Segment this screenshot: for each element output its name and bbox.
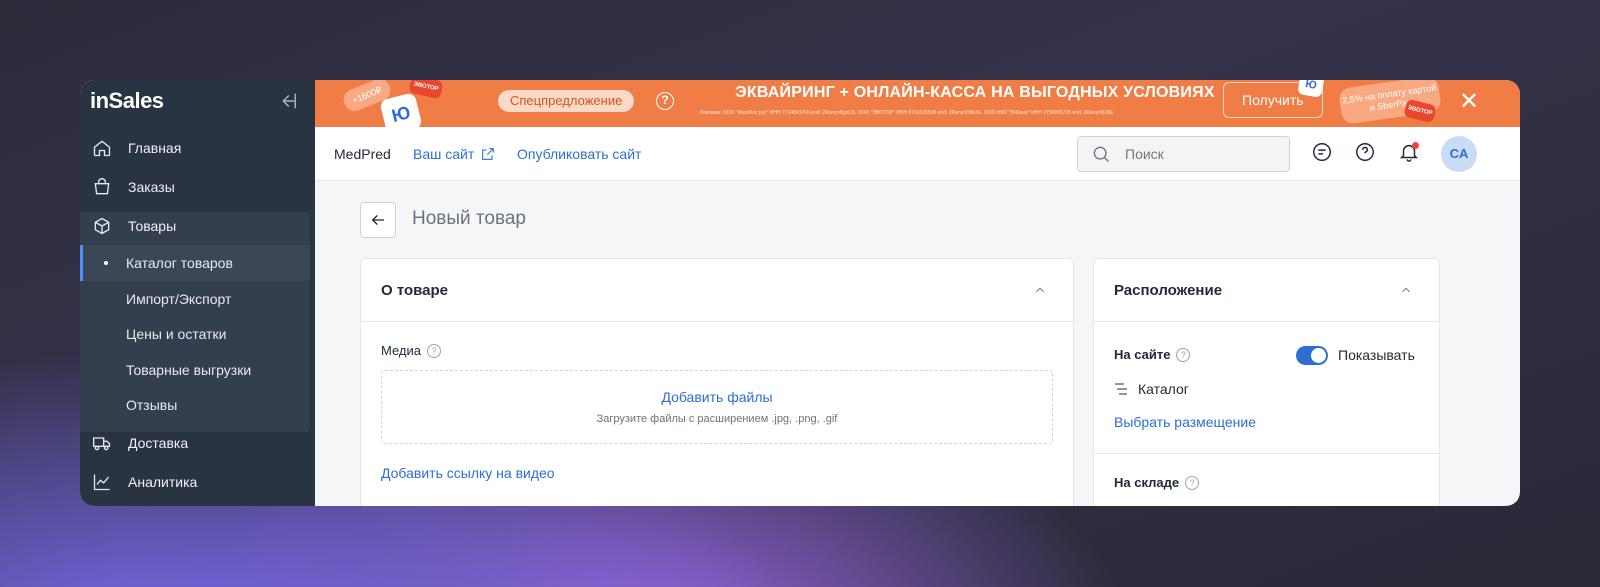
sidebar-item-products[interactable]: Товары (80, 208, 310, 244)
sidebar-item-label: Товары (128, 218, 177, 234)
card-header[interactable]: Расположение (1094, 259, 1439, 322)
sidebar-item-prices-stock[interactable]: Цены и остатки (80, 316, 310, 352)
close-icon[interactable]: ✕ (1456, 89, 1482, 115)
promo-banner[interactable]: +1600₽ ЭВОТОР Ю Спецпредложение ? ЭКВАЙР… (315, 80, 1520, 127)
question-icon[interactable]: ? (1185, 475, 1200, 490)
in-stock-label: На складе ? (1114, 475, 1200, 490)
publish-site-link[interactable]: Опубликовать сайт (517, 146, 641, 162)
card-header[interactable]: О товаре (361, 259, 1073, 322)
chevron-up-icon[interactable] (1399, 283, 1415, 299)
upload-hint: Загрузите файлы с расширением .jpg, .png… (596, 413, 838, 425)
banner-title: ЭКВАЙРИНГ + ОНЛАЙН-КАССА НА ВЫГОДНЫХ УСЛ… (735, 84, 1215, 101)
sidebar-item-catalog[interactable]: Каталог товаров (80, 245, 310, 281)
products-group: Товары Каталог товаров Импорт/Экспорт Це… (80, 212, 310, 432)
on-site-label-text: На сайте (1114, 347, 1171, 362)
sidebar-item-label: Главная (128, 140, 182, 156)
media-label-text: Медиа (381, 343, 421, 358)
about-product-card: О товаре Медиа ? Добавить файлы Загрузит… (360, 258, 1074, 506)
show-toggle-label: Показывать (1338, 347, 1415, 363)
search-box[interactable] (1077, 136, 1290, 172)
search-input[interactable] (1125, 146, 1265, 162)
on-site-label: На сайте ? (1114, 347, 1191, 362)
sidebar-item-reviews[interactable]: Отзывы (80, 387, 310, 423)
sidebar-subitem-label: Товарные выгрузки (126, 362, 252, 378)
help-circle-icon[interactable] (1354, 141, 1378, 165)
sidebar-item-analytics[interactable]: Аналитика (80, 464, 315, 500)
sidebar-item-delivery[interactable]: Доставка (80, 425, 315, 461)
sidebar-item-label: Аналитика (128, 474, 198, 490)
sidebar: inSales Главная Заказы Товары Каталог то… (80, 80, 315, 506)
sidebar-subitem-label: Цены и остатки (126, 326, 227, 342)
home-icon (91, 137, 113, 159)
site-name: MedPred (334, 146, 391, 162)
chat-icon[interactable] (1311, 141, 1335, 165)
avatar[interactable]: CA (1441, 136, 1477, 172)
external-link-icon (482, 148, 495, 160)
collapse-left-icon[interactable] (276, 90, 300, 114)
card-title: О товаре (381, 282, 449, 299)
sidebar-item-orders[interactable]: Заказы (80, 169, 315, 205)
sidebar-item-import-export[interactable]: Импорт/Экспорт (80, 281, 310, 317)
chart-icon (91, 471, 113, 493)
divider (1094, 453, 1439, 454)
choose-placement-link[interactable]: Выбрать размещение (1114, 414, 1256, 430)
add-video-link[interactable]: Добавить ссылку на видео (381, 465, 555, 481)
box-icon (91, 215, 113, 237)
question-icon[interactable]: ? (427, 343, 441, 358)
truck-icon (91, 432, 113, 454)
banner-legal-text: Реклама: ООО "Инсейлс рус" ИНН 771484376… (700, 110, 1114, 116)
view-site-label: Ваш сайт (413, 146, 475, 162)
view-site-link[interactable]: Ваш сайт (413, 146, 496, 162)
catalog-entry: Каталог (1114, 381, 1189, 397)
show-on-site-toggle[interactable] (1296, 346, 1328, 365)
search-icon (1093, 146, 1109, 162)
bag-icon (91, 176, 113, 198)
app-logo[interactable]: inSales (90, 88, 164, 114)
sidebar-subitem-label: Отзывы (126, 397, 178, 413)
top-header: MedPred Ваш сайт Опубликовать сайт CA (315, 127, 1520, 181)
media-label: Медиа ? (381, 343, 441, 358)
back-button[interactable] (360, 202, 396, 238)
sidebar-item-label: Доставка (128, 435, 189, 451)
question-icon[interactable]: ? (1176, 347, 1191, 362)
chevron-up-icon[interactable] (1033, 283, 1049, 299)
help-icon[interactable]: ? (656, 92, 674, 110)
sidebar-subitem-label: Каталог товаров (126, 255, 233, 271)
special-offer-pill: Спецпредложение (498, 90, 635, 112)
sidebar-item-home[interactable]: Главная (80, 130, 315, 166)
bell-icon[interactable] (1398, 141, 1422, 165)
catalog-label: Каталог (1138, 381, 1189, 397)
sidebar-item-product-feeds[interactable]: Товарные выгрузки (80, 352, 310, 388)
tree-list-icon (1115, 383, 1127, 395)
app-window: inSales Главная Заказы Товары Каталог то… (80, 80, 1520, 506)
page-title: Новый товар (412, 208, 526, 229)
in-stock-label-text: На складе (1114, 475, 1180, 490)
sidebar-subitem-label: Импорт/Экспорт (126, 291, 232, 307)
active-dot (104, 261, 108, 265)
media-dropzone[interactable]: Добавить файлы Загрузите файлы с расшире… (381, 370, 1053, 444)
card-title: Расположение (1114, 282, 1223, 299)
sidebar-item-label: Заказы (128, 179, 175, 195)
arrow-left-icon (371, 215, 384, 225)
add-files-link[interactable]: Добавить файлы (382, 389, 1052, 405)
notification-dot (1412, 142, 1419, 149)
location-card: Расположение На сайте ? Показывать Катал… (1093, 258, 1440, 506)
